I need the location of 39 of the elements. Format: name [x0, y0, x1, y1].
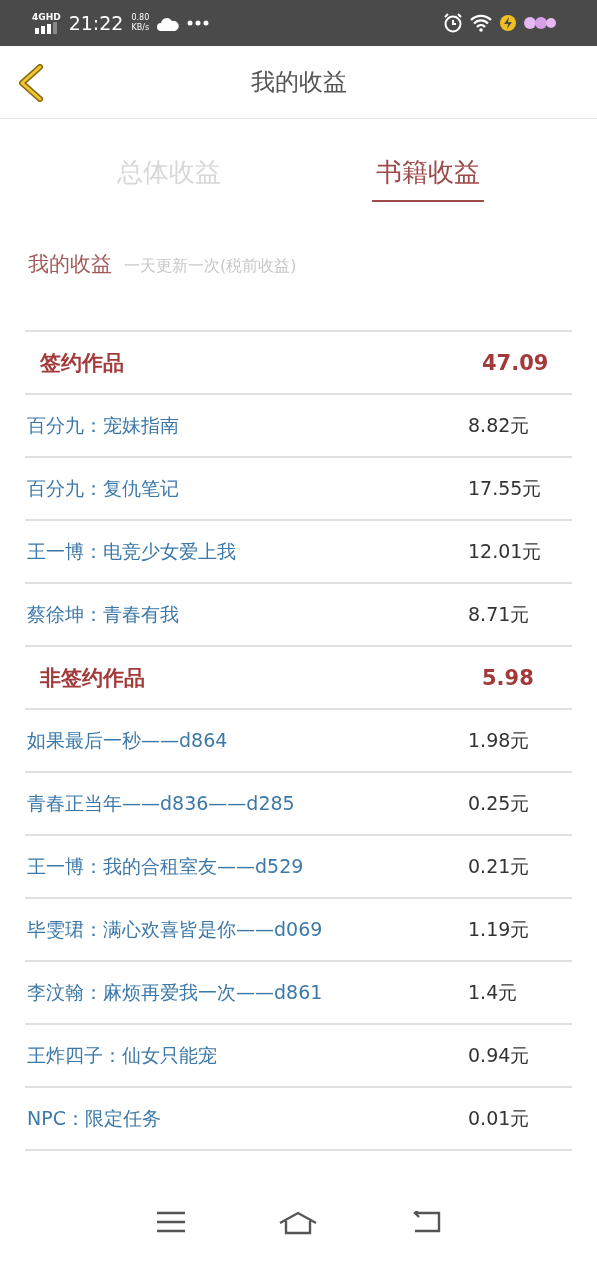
book-earnings: 12.01元 — [468, 538, 543, 564]
book-title: 王一博：我的合租室友——d529 — [26, 853, 305, 879]
group-title: 非签约作品 — [39, 664, 146, 692]
book-earnings: 0.25元 — [468, 790, 531, 816]
menu-icon[interactable] — [156, 1211, 187, 1233]
book-earnings: 0.01元 — [468, 1105, 531, 1131]
book-title: 百分九：宠妹指南 — [26, 412, 180, 438]
book-title: 青春正当年——d836——d285 — [26, 790, 296, 816]
charging-icon — [499, 14, 517, 32]
group-total: 47.09 — [482, 350, 550, 375]
book-title: 王炸四子：仙女只能宠 — [26, 1042, 218, 1068]
group-title: 签约作品 — [39, 349, 125, 377]
book-title: NPC：限定任务 — [26, 1105, 162, 1131]
more-icon — [187, 20, 210, 26]
book-earnings: 8.71元 — [468, 601, 531, 627]
book-earnings: 1.19元 — [468, 916, 531, 942]
book-title: 百分九：复仇笔记 — [26, 475, 180, 501]
home-icon[interactable] — [278, 1211, 319, 1235]
status-time: 21:22 — [68, 12, 124, 34]
page-title: 我的收益 — [250, 67, 347, 98]
book-title: 王一博：电竞少女爱上我 — [26, 538, 237, 564]
book-title: 毕雯珺：满心欢喜皆是你——d069 — [26, 916, 324, 942]
cloud-icon — [157, 15, 180, 31]
book-title: 李汶翰：麻烦再爱我一次——d861 — [26, 979, 324, 1005]
book-earnings: 8.82元 — [468, 412, 531, 438]
wifi-icon — [469, 14, 493, 32]
book-title: 如果最后一秒——d864 — [26, 727, 229, 753]
book-earnings: 1.4元 — [468, 979, 519, 1005]
book-earnings: 1.98元 — [468, 727, 531, 753]
book-earnings: 0.94元 — [468, 1042, 531, 1068]
alarm-icon — [443, 13, 463, 33]
tab[interactable]: 书籍收益 — [371, 155, 484, 202]
group-total: 5.98 — [482, 665, 535, 690]
signal-indicator: 4GHD — [32, 12, 61, 34]
book-earnings: 17.55元 — [468, 475, 543, 501]
network-speed: 0.80 KB/s — [131, 13, 150, 33]
book-title: 蔡徐坤：青春有我 — [26, 601, 180, 627]
section-title: 我的收益 — [28, 251, 112, 278]
book-earnings: 0.21元 — [468, 853, 531, 879]
